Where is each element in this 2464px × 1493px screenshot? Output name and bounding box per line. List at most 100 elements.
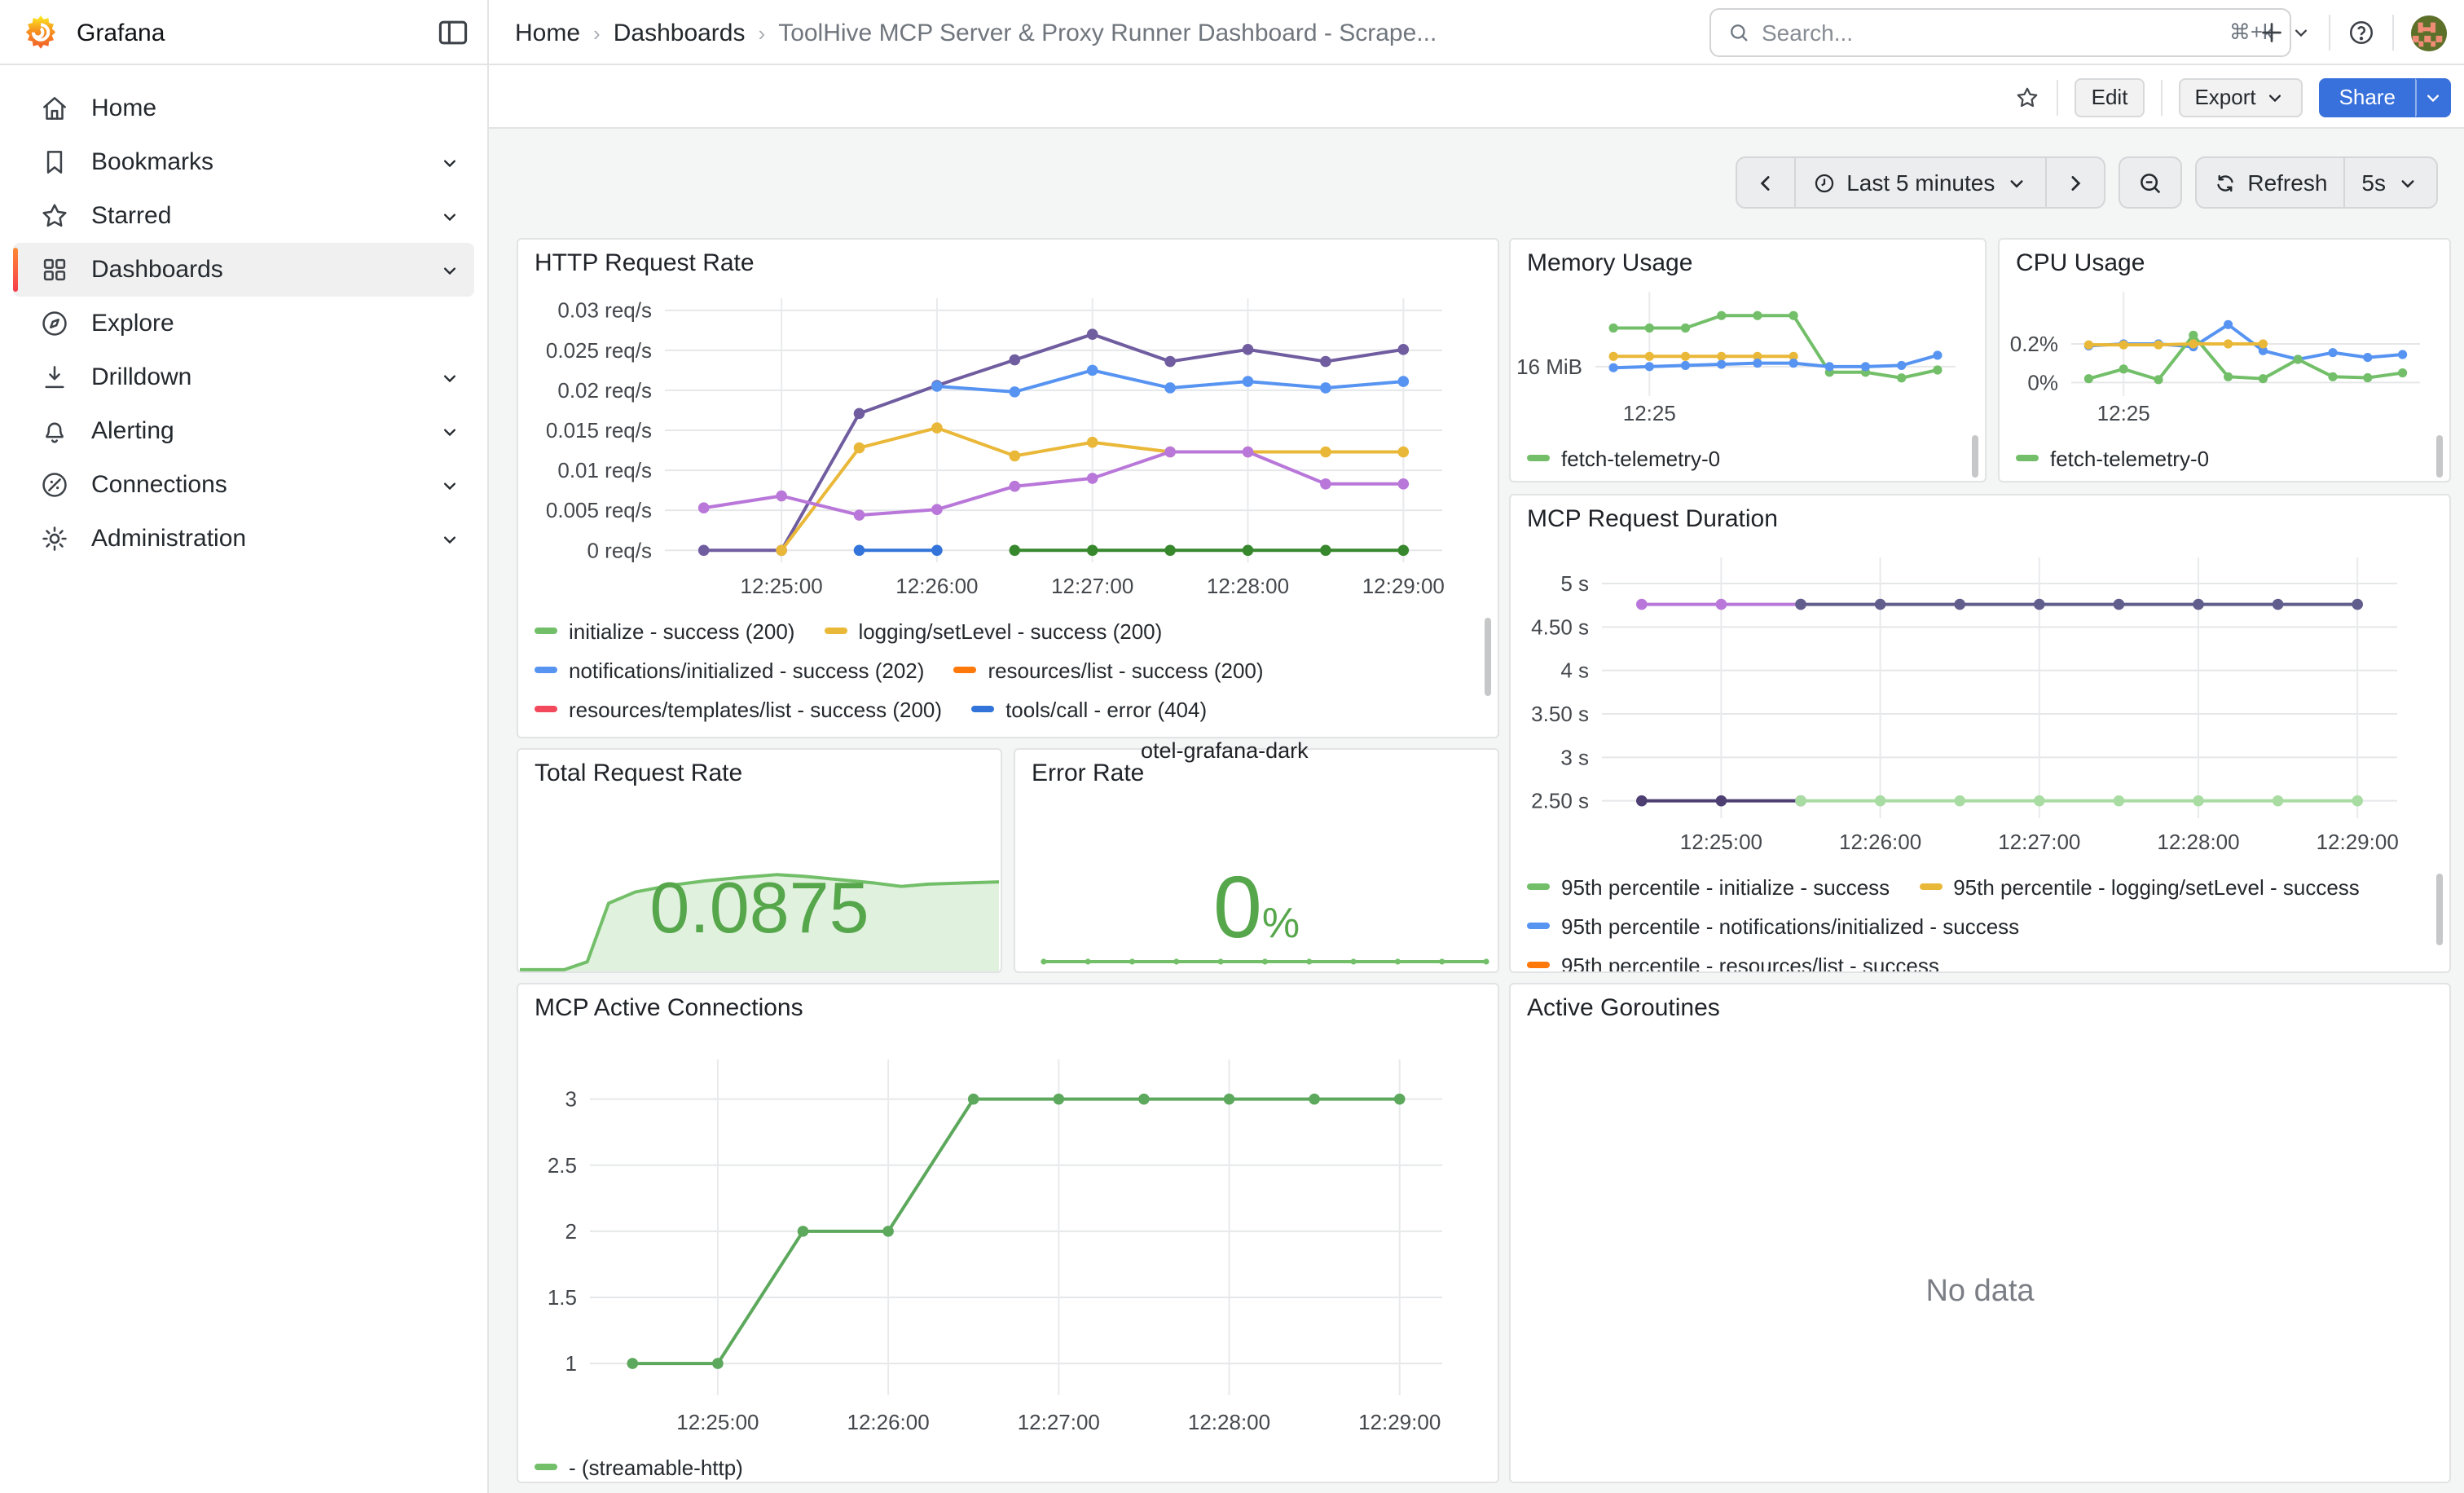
- legend-scrollbar[interactable]: [1972, 435, 1978, 478]
- sidebar-item-bookmarks[interactable]: Bookmarks: [13, 135, 474, 189]
- legend-item[interactable]: 95th percentile - resources/list - succe…: [1527, 953, 1939, 971]
- panel-error-rate[interactable]: Error Rate 0%: [1014, 748, 1499, 973]
- chevron-down-icon: [438, 420, 461, 443]
- breadcrumb-current: ToolHive MCP Server & Proxy Runner Dashb…: [778, 19, 1437, 46]
- time-forward-button[interactable]: [2045, 156, 2105, 209]
- panel-http-request-rate[interactable]: HTTP Request Rate 0 req/s0.005 req/s0.01…: [517, 238, 1499, 738]
- svg-text:0.02 req/s: 0.02 req/s: [557, 378, 652, 403]
- sidebar-item-explore[interactable]: Explore: [13, 297, 474, 350]
- sidebar-item-administration[interactable]: Administration: [13, 512, 474, 566]
- legend-item[interactable]: notifications/initialized - success (202…: [535, 658, 924, 682]
- search-input-wrapper[interactable]: ⌘+k: [1709, 8, 2291, 57]
- user-avatar[interactable]: [2410, 14, 2448, 51]
- panel-title: CPU Usage: [2016, 249, 2145, 277]
- svg-text:0%: 0%: [2027, 370, 2058, 394]
- legend-item[interactable]: tools/call - success (200): [535, 736, 802, 737]
- edit-button[interactable]: Edit: [2075, 77, 2145, 117]
- sidebar-item-connections[interactable]: Connections: [13, 458, 474, 512]
- legend-scrollbar[interactable]: [2436, 435, 2443, 478]
- panel-mcp-active-connections[interactable]: MCP Active Connections 11.522.5312:25:00…: [517, 983, 1499, 1483]
- share-dropdown-button[interactable]: [2415, 77, 2451, 117]
- chevron-right-icon: [2063, 170, 2088, 195]
- breadcrumb-dashboards[interactable]: Dashboards: [614, 19, 746, 46]
- sidebar-item-starred[interactable]: Starred: [13, 189, 474, 243]
- svg-text:16 MiB: 16 MiB: [1517, 355, 1582, 379]
- legend-scrollbar[interactable]: [2436, 874, 2443, 945]
- export-button[interactable]: Export: [2178, 77, 2303, 117]
- add-new-button[interactable]: [2257, 18, 2312, 47]
- legend-series-chip: [1527, 962, 1550, 968]
- sidebar-item-dashboards[interactable]: Dashboards: [13, 243, 474, 297]
- panel-cpu-usage[interactable]: CPU Usage 0%0.2%12:25 fetch-telemetry-0: [1998, 238, 2451, 482]
- breadcrumb-home[interactable]: Home: [515, 19, 580, 46]
- legend-item[interactable]: resources/list - success (200): [953, 658, 1263, 682]
- http-request-rate-chart: 0 req/s0.005 req/s0.01 req/s0.015 req/s0…: [528, 285, 1488, 605]
- legend-item[interactable]: initialize - success (200): [535, 619, 794, 643]
- panel-memory-usage[interactable]: Memory Usage 16 MiB12:25 fetch-telemetry…: [1509, 238, 1987, 482]
- legend-series-chip: [2016, 455, 2039, 461]
- svg-text:2: 2: [565, 1219, 577, 1244]
- legend-item[interactable]: fetch-telemetry-0: [2016, 446, 2209, 470]
- chevron-down-icon: [2004, 170, 2029, 195]
- share-button[interactable]: Share: [2320, 77, 2415, 117]
- legend-item[interactable]: 95th percentile - logging/setLevel - suc…: [1919, 874, 2360, 899]
- panel-title: Active Goroutines: [1527, 994, 1720, 1022]
- panel-mcp-request-duration[interactable]: MCP Request Duration 2.50 s3 s3.50 s4 s4…: [1509, 494, 2451, 973]
- grafana-logo: [21, 13, 60, 52]
- svg-text:12:26:00: 12:26:00: [895, 574, 978, 598]
- memory-usage-chart: 16 MiB12:25: [1517, 282, 1978, 432]
- svg-text:12:29:00: 12:29:00: [1358, 1410, 1441, 1434]
- svg-text:12:27:00: 12:27:00: [1998, 830, 2080, 854]
- floating-label-otel-grafana-dark: otel-grafana-dark: [1141, 738, 1309, 763]
- legend-item[interactable]: logging/setLevel - success (200): [824, 619, 1162, 643]
- sidebar-item-alerting[interactable]: Alerting: [13, 404, 474, 458]
- legend-item[interactable]: 95th percentile - initialize - success: [1527, 874, 1890, 899]
- svg-text:12:27:00: 12:27:00: [1051, 574, 1133, 598]
- chevron-down-icon: [2422, 86, 2444, 108]
- svg-text:12:28:00: 12:28:00: [1188, 1410, 1270, 1434]
- legend: fetch-telemetry-0: [1527, 438, 1962, 481]
- sidebar-item-label: Drilldown: [91, 363, 191, 391]
- help-icon[interactable]: [2347, 18, 2376, 47]
- time-range-picker[interactable]: Last 5 minutes: [1794, 156, 2047, 209]
- legend-item[interactable]: - (streamable-http): [535, 1455, 743, 1479]
- zoom-out-button[interactable]: [2119, 156, 2182, 209]
- refresh-button[interactable]: Refresh: [2195, 156, 2345, 209]
- svg-text:0 req/s: 0 req/s: [587, 538, 653, 562]
- legend-item[interactable]: tools/list - success (200): [831, 736, 1093, 737]
- svg-text:12:25:00: 12:25:00: [740, 574, 822, 598]
- panel-title: HTTP Request Rate: [535, 249, 755, 277]
- time-back-button[interactable]: [1736, 156, 1796, 209]
- refresh-interval-picker[interactable]: 5s: [2343, 156, 2438, 209]
- panel-active-goroutines[interactable]: Active Goroutines No data: [1509, 983, 2451, 1483]
- chevron-down-icon: [438, 527, 461, 550]
- sidebar-toggle-icon[interactable]: [435, 15, 471, 51]
- legend-item[interactable]: resources/templates/list - success (200): [535, 697, 942, 721]
- search-input[interactable]: [1762, 20, 2218, 46]
- svg-text:0.015 req/s: 0.015 req/s: [546, 418, 652, 443]
- svg-text:12:25: 12:25: [2097, 401, 2150, 425]
- legend-item[interactable]: 95th percentile - notifications/initiali…: [1527, 914, 2019, 938]
- legend-series-chip: [535, 706, 557, 712]
- legend-item[interactable]: tools/call - error (404): [971, 697, 1207, 721]
- favorite-star-icon[interactable]: [2015, 84, 2041, 110]
- legend-item[interactable]: unknown - success (200): [1122, 736, 1392, 737]
- panel-title: MCP Active Connections: [535, 994, 803, 1022]
- legend-scrollbar[interactable]: [1485, 618, 1491, 696]
- bookmark-icon: [39, 147, 70, 178]
- sidebar-item-home[interactable]: Home: [13, 81, 474, 135]
- legend-series-label: unknown - success (200): [1156, 736, 1392, 737]
- home-icon: [39, 93, 70, 124]
- no-data-message: No data: [1511, 1275, 2449, 1310]
- breadcrumb: Home › Dashboards › ToolHive MCP Server …: [515, 0, 1437, 65]
- sidebar-item-drilldown[interactable]: Drilldown: [13, 350, 474, 404]
- panel-total-request-rate[interactable]: Total Request Rate 0.0875: [517, 748, 1002, 973]
- divider: [2160, 79, 2162, 115]
- legend-series-chip: [971, 706, 994, 712]
- stat-unit: %: [1262, 898, 1300, 947]
- legend-series-label: 95th percentile - initialize - success: [1561, 874, 1890, 899]
- sidebar-item-label: Home: [91, 95, 156, 122]
- breadcrumb-separator: ›: [759, 20, 766, 45]
- compass-icon: [39, 308, 70, 339]
- legend-item[interactable]: fetch-telemetry-0: [1527, 446, 1720, 470]
